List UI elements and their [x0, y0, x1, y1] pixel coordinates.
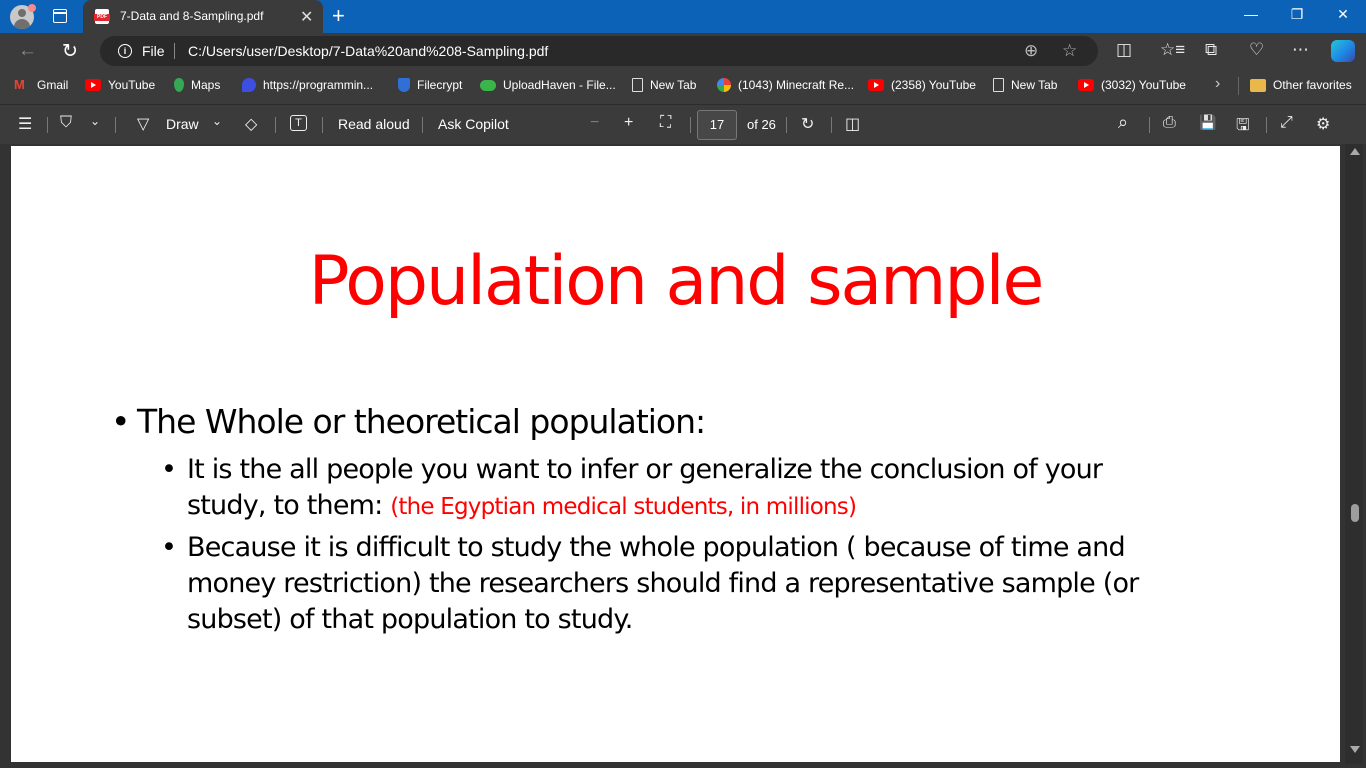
- restore-button[interactable]: ❐: [1282, 6, 1312, 23]
- more-options-icon[interactable]: ⋯: [1292, 40, 1309, 60]
- divider: [47, 117, 48, 133]
- highlight-icon[interactable]: ⛉: [60, 114, 72, 132]
- bullet-heading: The Whole or theoretical population:: [111, 402, 706, 441]
- pdf-toolbar: ☰ ⛉ ⌄ ▽ Draw ⌄ ◇ T Read aloud Ask Copilo…: [0, 104, 1366, 144]
- divider: [322, 117, 323, 133]
- pdf-page: Population and sample The Whole or theor…: [11, 146, 1340, 762]
- divider: [831, 117, 832, 133]
- slide-title: Population and sample: [308, 242, 1045, 321]
- scroll-up-arrow-icon[interactable]: [1350, 148, 1360, 155]
- address-bar[interactable]: i File C:/Users/user/Desktop/7-Data%20an…: [100, 36, 1098, 66]
- youtube-icon: [1078, 79, 1094, 91]
- bookmark-youtube-2358[interactable]: (2358) YouTube: [868, 78, 976, 92]
- collections-icon[interactable]: ⧉: [1205, 40, 1217, 60]
- divider: [275, 117, 276, 133]
- split-screen-icon[interactable]: ◫: [1116, 40, 1132, 60]
- folder-icon: [1250, 78, 1266, 92]
- maps-icon: [174, 78, 184, 92]
- print-icon[interactable]: ⎙: [1163, 114, 1176, 132]
- youtube-icon: [85, 79, 101, 91]
- copilot-icon[interactable]: [1331, 40, 1355, 62]
- bookmark-youtube-3032[interactable]: (3032) YouTube: [1078, 78, 1186, 92]
- browser-essentials-icon[interactable]: ♡: [1249, 40, 1264, 60]
- tab-active[interactable]: PDF 7-Data and 8-Sampling.pdf ✕: [83, 0, 323, 33]
- youtube-icon: [868, 79, 884, 91]
- fullscreen-icon[interactable]: ⤢: [1280, 114, 1293, 132]
- bookmark-gmail[interactable]: M Gmail: [14, 78, 68, 92]
- divider: [1266, 117, 1267, 133]
- divider: [1149, 117, 1150, 133]
- pdf-viewer: Population and sample The Whole or theor…: [0, 144, 1366, 768]
- sub-bullet-2: Because it is difficult to study the who…: [161, 530, 1201, 638]
- bookmark-new-tab[interactable]: New Tab: [632, 78, 696, 92]
- divider: [690, 117, 691, 133]
- read-aloud-button[interactable]: Read aloud: [338, 116, 410, 132]
- divider: [115, 117, 116, 133]
- eraser-icon[interactable]: ◇: [245, 114, 257, 134]
- google-icon: [717, 78, 731, 92]
- chevron-down-icon[interactable]: ⌄: [212, 114, 222, 128]
- chevron-right-icon[interactable]: ›: [1215, 75, 1220, 93]
- save-as-icon[interactable]: 🖫: [1236, 114, 1250, 141]
- browser-title-bar: PDF 7-Data and 8-Sampling.pdf ✕ + — ❐ ✕: [0, 0, 1366, 33]
- pdf-icon: PDF: [94, 9, 110, 24]
- save-icon[interactable]: 💾: [1199, 114, 1216, 131]
- other-favorites[interactable]: Other favorites: [1250, 78, 1352, 92]
- draw-icon[interactable]: ▽: [137, 114, 149, 134]
- gmail-icon: M: [14, 77, 25, 92]
- sub-bullet-1: It is the all people you want to infer o…: [161, 452, 1201, 525]
- tab-title: 7-Data and 8-Sampling.pdf: [120, 9, 264, 23]
- favorites-icon[interactable]: ☆≡: [1160, 40, 1185, 60]
- ask-copilot-button[interactable]: Ask Copilot: [438, 116, 509, 132]
- bookmark-youtube[interactable]: YouTube: [85, 78, 155, 92]
- fit-to-page-icon[interactable]: ⛶: [660, 114, 671, 132]
- search-icon[interactable]: ⌕: [1118, 112, 1128, 133]
- info-icon[interactable]: i: [118, 44, 132, 58]
- tab-actions-icon[interactable]: [53, 9, 67, 23]
- close-window-button[interactable]: ✕: [1328, 6, 1358, 23]
- contents-list-icon[interactable]: ☰: [18, 114, 32, 134]
- scheme-label: File: [142, 43, 165, 59]
- rotate-icon[interactable]: ↻: [801, 114, 814, 134]
- draw-button[interactable]: Draw: [166, 116, 199, 132]
- page-icon: [632, 78, 643, 92]
- bookmark-new-tab-2[interactable]: New Tab: [993, 78, 1057, 92]
- settings-gear-icon[interactable]: ⚙: [1316, 114, 1330, 134]
- zoom-out-button[interactable]: −: [590, 114, 599, 132]
- page-icon: [993, 78, 1004, 92]
- address-bar-row: ← ↻ i File C:/Users/user/Desktop/7-Data%…: [0, 33, 1366, 69]
- divider: [174, 43, 175, 59]
- minimize-button[interactable]: —: [1236, 6, 1266, 22]
- divider: [422, 117, 423, 133]
- back-arrow-icon[interactable]: ←: [18, 40, 37, 62]
- new-tab-button[interactable]: +: [332, 3, 345, 29]
- close-tab-icon[interactable]: ✕: [300, 7, 313, 27]
- scrollbar-thumb[interactable]: [1351, 503, 1359, 522]
- shield-icon: [398, 78, 410, 92]
- bookmark-filecrypt[interactable]: Filecrypt: [398, 78, 462, 92]
- page-number-input[interactable]: 17: [697, 110, 737, 140]
- highlighted-note: (the Egyptian medical students, in milli…: [390, 494, 857, 520]
- bookmark-uploadhaven[interactable]: UploadHaven - File...: [480, 78, 616, 92]
- scroll-down-arrow-icon[interactable]: [1350, 746, 1360, 753]
- notification-dot-icon: [28, 4, 36, 12]
- url-text[interactable]: C:/Users/user/Desktop/7-Data%20and%208-S…: [188, 43, 548, 59]
- bookmark-programming[interactable]: https://programmin...: [242, 78, 373, 92]
- chevron-down-icon[interactable]: ⌄: [90, 114, 100, 128]
- bookmark-minecraft[interactable]: (1043) Minecraft Re...: [717, 78, 854, 92]
- programming-site-icon: [242, 78, 256, 92]
- favorite-star-icon[interactable]: ☆: [1062, 41, 1077, 61]
- cloud-icon: [480, 79, 496, 91]
- page-count: of 26: [747, 117, 776, 132]
- zoom-in-button[interactable]: +: [624, 114, 633, 132]
- bookmarks-bar: M Gmail YouTube Maps https://programmin..…: [0, 69, 1366, 102]
- divider: [786, 117, 787, 133]
- text-box-icon[interactable]: T: [290, 115, 307, 131]
- zoom-icon[interactable]: ⊕: [1024, 41, 1038, 61]
- divider: [1238, 77, 1239, 95]
- page-view-icon[interactable]: ◫: [845, 114, 860, 134]
- refresh-icon[interactable]: ↻: [62, 40, 78, 63]
- vertical-scrollbar[interactable]: [1345, 144, 1363, 764]
- bookmark-maps[interactable]: Maps: [174, 78, 220, 92]
